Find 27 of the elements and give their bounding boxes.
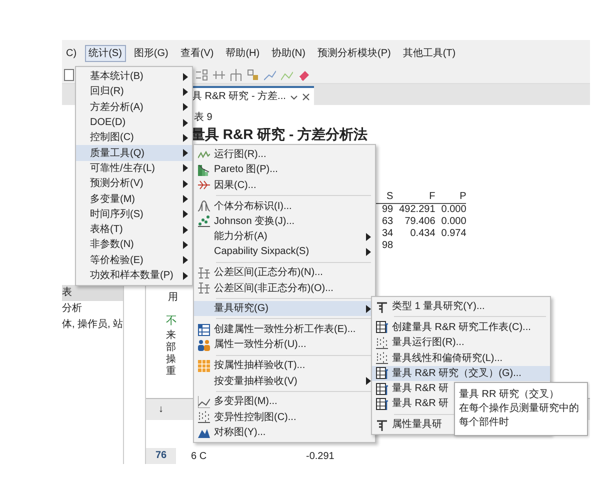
table-cell: 0.000 — [435, 204, 466, 216]
table-cell-text: 6 C — [191, 450, 208, 464]
table-cell: 492.291 — [393, 204, 436, 216]
tab-title: 具 R&R 研究 - 方差... — [192, 90, 286, 104]
column-header: P — [435, 191, 466, 204]
row-label: 重 — [166, 366, 176, 378]
row-label: 操 — [166, 354, 176, 366]
table-cell-text: 98 — [381, 240, 394, 252]
table-cell: 79.406 — [393, 216, 436, 228]
report-title: 量具 R&R 研究 - 方差分析法 — [191, 126, 368, 143]
table-cell-text: 63 — [381, 216, 394, 228]
table-cell: 99 — [376, 204, 394, 216]
column-header: F — [393, 191, 436, 204]
table-label: 表 9 — [194, 110, 212, 125]
row-number: 76 — [146, 448, 176, 464]
output-text: 用 — [168, 291, 178, 305]
column-header: ↓ — [158, 403, 164, 417]
row-label: 部 — [166, 342, 176, 354]
table-cell-text: 34 — [381, 228, 394, 240]
table-cell: 0.434 — [393, 228, 436, 240]
tooltip-text: 在每个操作员测量研究中的每个部件时 — [459, 402, 580, 430]
tooltip-title: 量具 RR 研究（交叉） — [459, 388, 560, 402]
table-cell: 0.974 — [435, 228, 466, 240]
section-title: 不 — [166, 314, 177, 329]
table-cell-text: 0.000 — [440, 216, 466, 228]
table-cell-text: -0.291 — [306, 450, 334, 464]
row-label: 来 — [166, 330, 176, 342]
